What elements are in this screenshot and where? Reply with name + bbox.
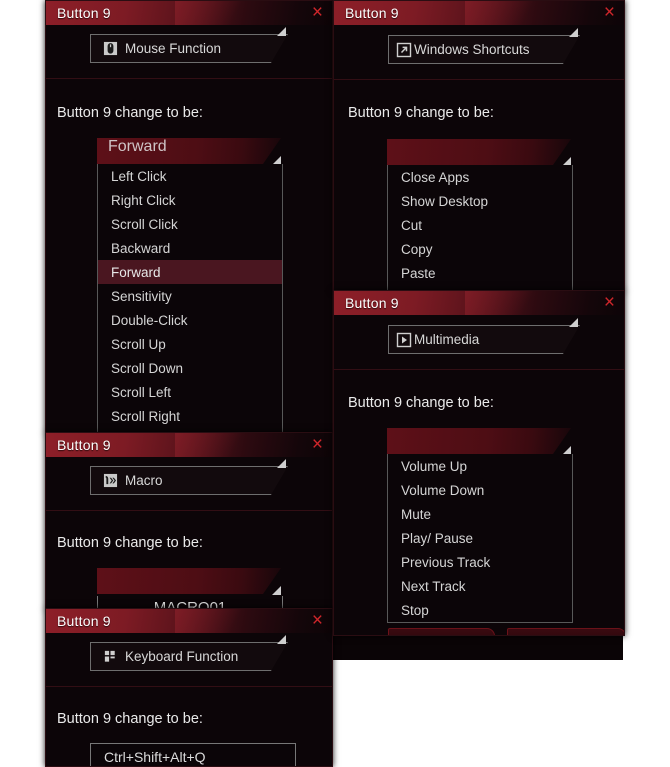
options-dropdown-list[interactable]: Volume Up Volume Down Mute Play/ Pause Previ…	[387, 454, 573, 623]
selected-value: Forward	[108, 138, 167, 155]
dialog-title: Button 9	[345, 295, 399, 311]
cancel-button[interactable]: CANCEL	[507, 628, 624, 635]
dropdown-option[interactable]: Double-Click	[98, 308, 282, 332]
dropdown-option[interactable]: Cut	[388, 213, 572, 237]
titlebar: Button 9 ×	[46, 609, 332, 633]
dialog-body: Keyboard Function Button 9 change to be:…	[46, 633, 332, 766]
category-select[interactable]: Windows Shortcuts	[388, 35, 580, 64]
macro-icon	[102, 472, 119, 489]
options-dropdown-list[interactable]: Left Click Right Click Scroll Click Backwar…	[97, 164, 283, 433]
dropdown-option[interactable]: Scroll Down	[98, 356, 282, 380]
dropdown-option[interactable]: Close Apps	[388, 165, 572, 189]
ok-button[interactable]: OK	[388, 628, 495, 635]
category-value: Macro	[125, 473, 163, 488]
dialog-title: Button 9	[57, 5, 111, 21]
titlebar: Button 9 ×	[46, 433, 332, 457]
dialog-title: Button 9	[57, 437, 111, 453]
dropdown-option[interactable]: Right Click	[98, 188, 282, 212]
dropdown-option[interactable]: Scroll Up	[98, 332, 282, 356]
selected-value-box[interactable]: Forward	[97, 138, 281, 164]
dropdown-option[interactable]: Stop	[388, 598, 572, 622]
dialog-title: Button 9	[345, 5, 399, 21]
category-value: Mouse Function	[125, 41, 222, 56]
dropdown-option[interactable]: Sensitivity	[98, 284, 282, 308]
titlebar: Button 9 ×	[46, 1, 332, 25]
chevron-down-icon[interactable]	[569, 318, 578, 327]
close-icon[interactable]: ×	[604, 292, 615, 314]
dialog-mouse-function[interactable]: Button 9 × Mouse Function Button 9 chang…	[45, 0, 333, 434]
selected-value-box[interactable]	[387, 139, 571, 165]
selected-value-box[interactable]	[97, 568, 281, 594]
dialog-body: Macro Button 9 change to be: MACRO01	[46, 457, 332, 609]
dialog-body: Multimedia Button 9 change to be: Volume…	[334, 315, 624, 635]
options-dropdown-list[interactable]: Close AppsShow DesktopCutCopyPasteUndo	[387, 165, 573, 291]
section-label: Button 9 change to be:	[57, 105, 203, 121]
body-divider	[334, 369, 624, 370]
chevron-down-icon[interactable]	[277, 459, 286, 468]
dropdown-option[interactable]: Forward	[98, 260, 282, 284]
dropdown-option[interactable]: Play/ Pause	[388, 526, 572, 550]
dialog-windows-shortcuts[interactable]: Button 9 × Windows Shortcuts Button 9 ch…	[333, 0, 625, 292]
dropdown-option[interactable]: Left Click	[98, 164, 282, 188]
category-value: Multimedia	[414, 332, 480, 347]
category-select[interactable]: Macro	[90, 466, 288, 495]
chevron-down-icon[interactable]	[272, 586, 281, 595]
dropdown-option[interactable]: Copy	[388, 237, 572, 261]
dialog-body: Mouse Function Button 9 change to be: Fo…	[46, 25, 332, 433]
close-icon[interactable]: ×	[312, 610, 323, 632]
body-divider	[334, 79, 624, 80]
category-value: Windows Shortcuts	[414, 42, 530, 57]
dialog-body: Windows Shortcuts Button 9 change to be:…	[334, 25, 624, 291]
dropdown-option[interactable]: Paste	[388, 261, 572, 285]
dropdown-option[interactable]: Volume Down	[388, 478, 572, 502]
section-label: Button 9 change to be:	[348, 395, 494, 411]
body-divider	[46, 510, 332, 511]
close-icon[interactable]: ×	[312, 434, 323, 456]
key-combo-field[interactable]: Ctrl+Shift+Alt+Q	[90, 743, 296, 766]
dropdown-option[interactable]: Next Track	[388, 574, 572, 598]
section-label: Button 9 change to be:	[348, 105, 494, 121]
dropdown-option[interactable]: Scroll Left	[98, 380, 282, 404]
category-value: Keyboard Function	[125, 649, 239, 664]
dropdown-option[interactable]: Scroll Right	[98, 404, 282, 428]
close-icon[interactable]: ×	[604, 2, 615, 24]
dialog-macro[interactable]: Button 9 × Macro Button 9 change to be: …	[45, 432, 333, 610]
chevron-down-icon[interactable]	[569, 28, 578, 37]
dropdown-option[interactable]: Previous Track	[388, 550, 572, 574]
dialog-title: Button 9	[57, 613, 111, 629]
section-label: Button 9 change to be:	[57, 711, 203, 727]
chevron-down-icon[interactable]	[277, 635, 286, 644]
dropdown-option[interactable]: Scroll Click	[98, 212, 282, 236]
titlebar: Button 9 ×	[334, 291, 624, 315]
dialog-keyboard-function[interactable]: Button 9 × Keyboard Function Button 9 ch…	[45, 608, 333, 767]
body-divider	[46, 78, 332, 79]
category-select[interactable]: Mouse Function	[90, 34, 288, 63]
close-icon[interactable]: ×	[312, 2, 323, 24]
titlebar: Button 9 ×	[334, 1, 624, 25]
section-label: Button 9 change to be:	[57, 535, 203, 551]
dropdown-option[interactable]: Backward	[98, 236, 282, 260]
body-divider	[46, 686, 332, 687]
category-select[interactable]: Multimedia	[388, 325, 580, 354]
chevron-down-icon[interactable]	[277, 27, 286, 36]
keypad-icon	[102, 648, 119, 665]
mouse-icon	[102, 40, 119, 57]
selected-value-box[interactable]	[387, 428, 571, 454]
dropdown-option[interactable]: Show Desktop	[388, 189, 572, 213]
category-select[interactable]: Keyboard Function	[90, 642, 288, 671]
dropdown-option[interactable]: Volume Up	[388, 454, 572, 478]
play-icon	[395, 331, 412, 348]
dialog-multimedia[interactable]: Button 9 × Multimedia Button 9 change to…	[333, 290, 625, 636]
dropdown-option[interactable]: Mute	[388, 502, 572, 526]
window-arrow-icon	[395, 41, 412, 58]
